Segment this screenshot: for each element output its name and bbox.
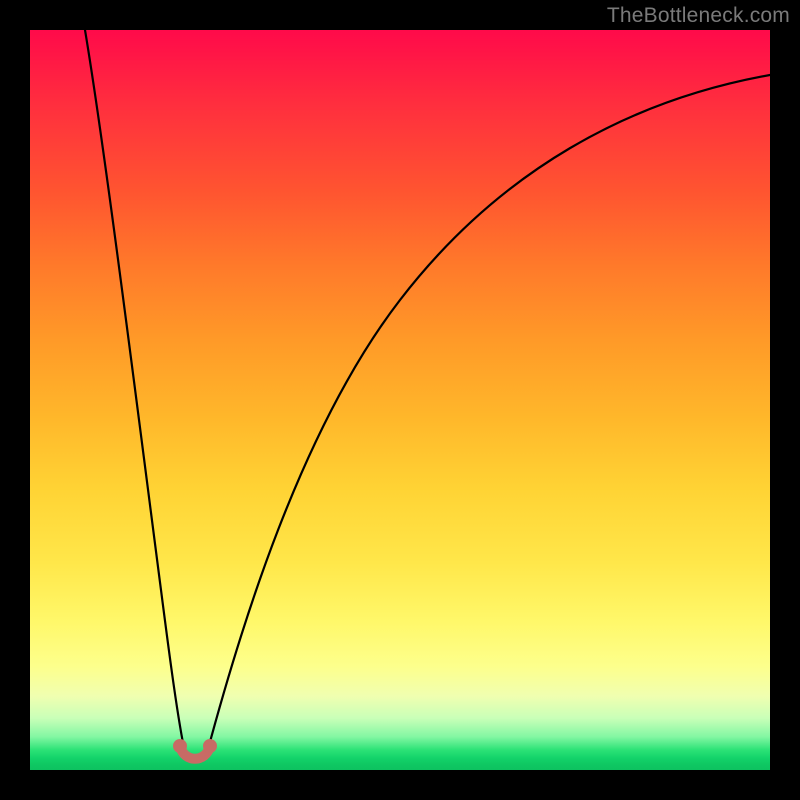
highlight-markers	[173, 739, 217, 759]
curve-right-branch	[207, 75, 770, 753]
watermark-label: TheBottleneck.com	[607, 4, 790, 28]
chart-frame: TheBottleneck.com	[0, 0, 800, 800]
right-dot-icon	[203, 739, 217, 753]
plot-area	[30, 30, 770, 770]
bottleneck-curve	[30, 30, 770, 770]
left-dot-icon	[173, 739, 187, 753]
curve-left-branch	[85, 30, 185, 753]
